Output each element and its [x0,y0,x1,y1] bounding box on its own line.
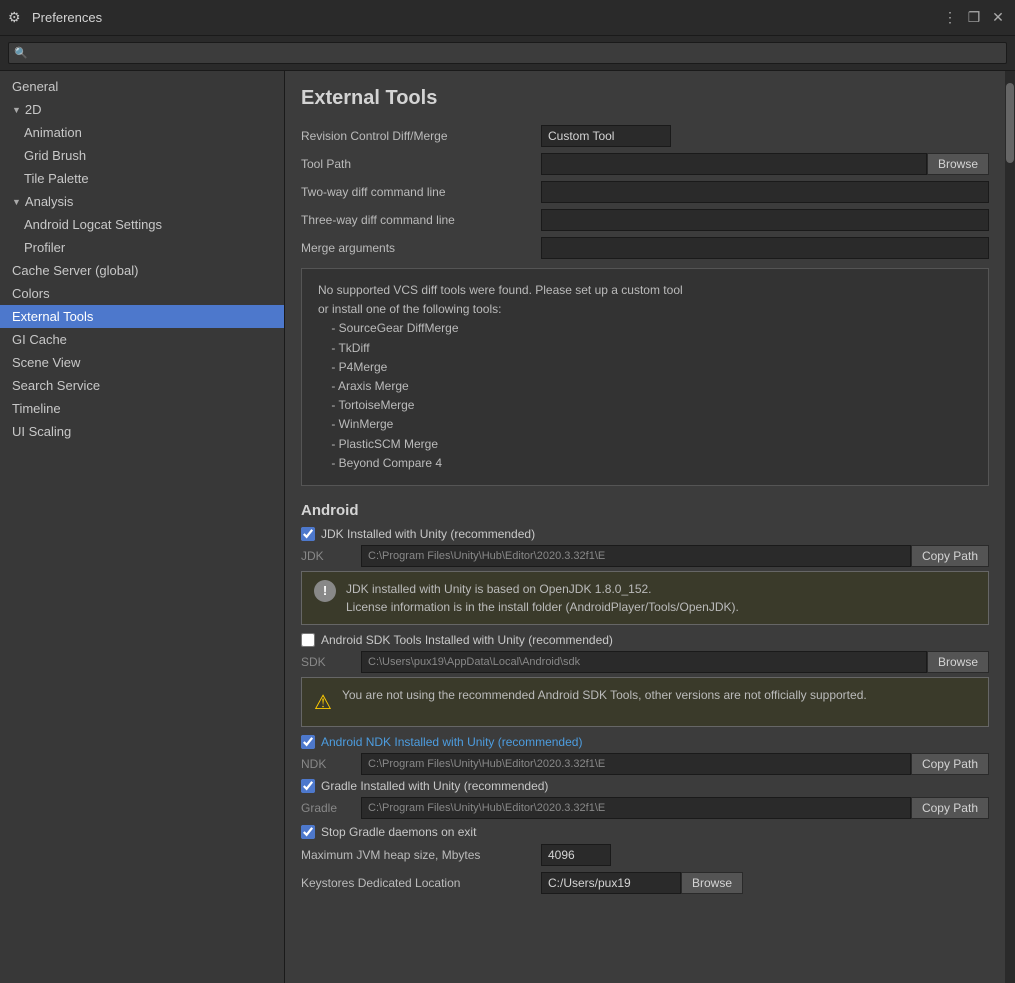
jdk-label: JDK [301,549,361,563]
title-bar: ⚙ Preferences ⋮ ❐ ✕ [0,0,1015,36]
keystore-row: Keystores Dedicated Location Browse [301,871,989,895]
jdk-info-box: ! JDK installed with Unity is based on O… [301,571,989,625]
sidebar-item-grid-brush[interactable]: Grid Brush [0,144,284,167]
sdk-warning-text: You are not using the recommended Androi… [342,686,867,704]
heap-row: Maximum JVM heap size, Mbytes [301,843,989,867]
chevron-down-icon: ▼ [12,197,21,207]
jdk-checkbox[interactable] [301,527,315,541]
gradle-copy-button[interactable]: Copy Path [911,797,989,819]
sidebar-item-colors[interactable]: Colors [0,282,284,305]
window-controls: ⋮ ❐ ✕ [941,9,1007,27]
sidebar-item-tile-palette[interactable]: Tile Palette [0,167,284,190]
three-way-label: Three-way diff command line [301,213,541,227]
ndk-checkbox-label[interactable]: Android NDK Installed with Unity (recomm… [321,735,582,749]
chevron-down-icon: ▼ [12,105,21,115]
sidebar-item-external-tools[interactable]: External Tools [0,305,284,328]
vcs-info-box: No supported VCS diff tools were found. … [301,268,989,486]
info-text: No supported VCS diff tools were found. … [318,281,972,473]
stop-gradle-label: Stop Gradle daemons on exit [321,825,476,839]
scrollbar-track[interactable] [1005,71,1015,983]
sdk-path-row: SDK Browse [301,651,989,673]
keystore-browse-button[interactable]: Browse [681,872,743,894]
sidebar-item-profiler[interactable]: Profiler [0,236,284,259]
page-title: External Tools [301,87,989,110]
sidebar-item-analysis[interactable]: ▼ Analysis [0,190,284,213]
jdk-path-input[interactable] [361,545,911,567]
jdk-checkbox-row: JDK Installed with Unity (recommended) [301,527,989,541]
sdk-browse-button[interactable]: Browse [927,651,989,673]
tool-path-input[interactable] [541,153,927,175]
sidebar-item-android-logcat[interactable]: Android Logcat Settings [0,213,284,236]
jdk-checkbox-label: JDK Installed with Unity (recommended) [321,527,535,541]
app-body: General ▼ 2D Animation Grid Brush Tile P… [0,71,1015,983]
ndk-checkbox[interactable] [301,735,315,749]
merge-args-row: Merge arguments [301,236,989,260]
search-input[interactable] [8,42,1007,64]
stop-gradle-checkbox[interactable] [301,825,315,839]
android-section-title: Android [301,502,989,519]
three-way-row: Three-way diff command line [301,208,989,232]
gear-icon: ⚙ [8,9,26,27]
close-button[interactable]: ✕ [989,9,1007,27]
tool-path-browse-button[interactable]: Browse [927,153,989,175]
sdk-checkbox-label: Android SDK Tools Installed with Unity (… [321,633,613,647]
gradle-path-row: Gradle Copy Path [301,797,989,819]
jdk-copy-button[interactable]: Copy Path [911,545,989,567]
sidebar: General ▼ 2D Animation Grid Brush Tile P… [0,71,285,983]
maximize-button[interactable]: ❐ [965,9,983,27]
two-way-input[interactable] [541,181,989,203]
search-wrapper: 🔍 [8,42,1007,64]
ndk-copy-button[interactable]: Copy Path [911,753,989,775]
scrollbar-thumb[interactable] [1006,83,1014,163]
jdk-path-row: JDK Copy Path [301,545,989,567]
window-title: Preferences [32,10,102,25]
sidebar-item-timeline[interactable]: Timeline [0,397,284,420]
keystore-label: Keystores Dedicated Location [301,876,541,890]
merge-args-label: Merge arguments [301,241,541,255]
three-way-input[interactable] [541,209,989,231]
revision-control-input[interactable] [541,125,671,147]
two-way-label: Two-way diff command line [301,185,541,199]
warning-icon: ⚠ [314,688,332,718]
ndk-path-row: NDK Copy Path [301,753,989,775]
menu-button[interactable]: ⋮ [941,9,959,27]
sidebar-item-search-service[interactable]: Search Service [0,374,284,397]
sidebar-item-gi-cache[interactable]: GI Cache [0,328,284,351]
keystore-input[interactable] [541,872,681,894]
gradle-label: Gradle [301,801,361,815]
ndk-path-input[interactable] [361,753,911,775]
gradle-checkbox-row: Gradle Installed with Unity (recommended… [301,779,989,793]
sidebar-item-ui-scaling[interactable]: UI Scaling [0,420,284,443]
sdk-path-input[interactable] [361,651,927,673]
sidebar-item-animation[interactable]: Animation [0,121,284,144]
stop-gradle-row: Stop Gradle daemons on exit [301,825,989,839]
revision-control-row: Revision Control Diff/Merge [301,124,989,148]
sdk-warning-box: ⚠ You are not using the recommended Andr… [301,677,989,727]
sdk-checkbox[interactable] [301,633,315,647]
tool-path-label: Tool Path [301,157,541,171]
search-bar: 🔍 [0,36,1015,71]
gradle-checkbox[interactable] [301,779,315,793]
main-content: External Tools Revision Control Diff/Mer… [285,71,1005,983]
ndk-checkbox-row: Android NDK Installed with Unity (recomm… [301,735,989,749]
gradle-checkbox-label: Gradle Installed with Unity (recommended… [321,779,548,793]
ndk-label: NDK [301,757,361,771]
gradle-path-input[interactable] [361,797,911,819]
sidebar-item-general[interactable]: General [0,75,284,98]
two-way-row: Two-way diff command line [301,180,989,204]
sidebar-item-2d[interactable]: ▼ 2D [0,98,284,121]
heap-input[interactable] [541,844,611,866]
search-icon: 🔍 [14,47,28,60]
tool-path-row: Tool Path Browse [301,152,989,176]
jdk-info-text: JDK installed with Unity is based on Ope… [346,580,739,616]
sdk-label: SDK [301,655,361,669]
info-icon: ! [314,580,336,602]
merge-args-input[interactable] [541,237,989,259]
sidebar-item-cache-server[interactable]: Cache Server (global) [0,259,284,282]
heap-label: Maximum JVM heap size, Mbytes [301,848,541,862]
sdk-checkbox-row: Android SDK Tools Installed with Unity (… [301,633,989,647]
revision-control-label: Revision Control Diff/Merge [301,129,541,143]
sidebar-item-scene-view[interactable]: Scene View [0,351,284,374]
